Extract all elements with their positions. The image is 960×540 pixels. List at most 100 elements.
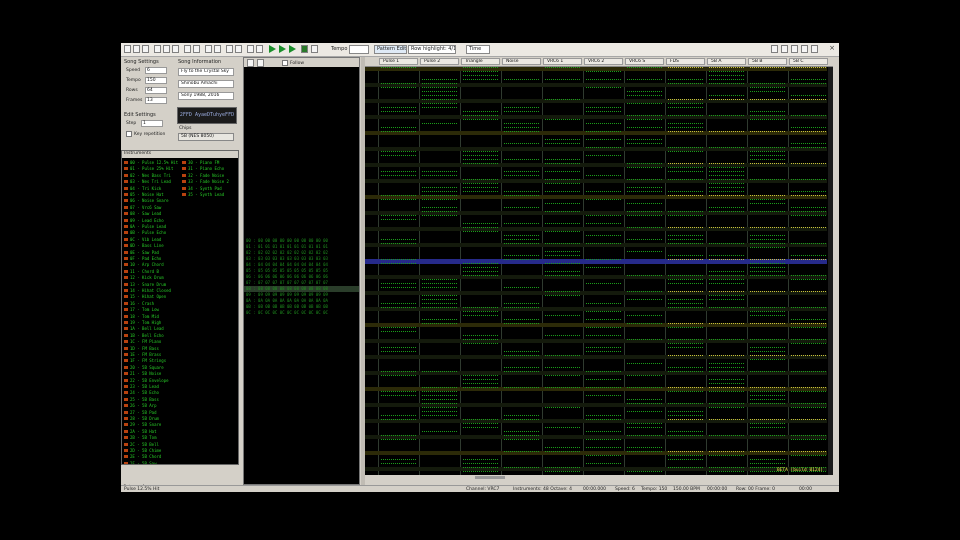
pattern-cell[interactable] xyxy=(586,259,621,263)
pattern-cell[interactable] xyxy=(381,243,416,247)
pattern-cell[interactable] xyxy=(668,419,703,423)
pattern-cell[interactable] xyxy=(750,247,785,251)
pattern-cell[interactable] xyxy=(422,123,457,127)
instrument-item[interactable]: 13 - Snare Drum xyxy=(124,282,166,288)
redo-icon[interactable] xyxy=(193,45,200,53)
instrument-item[interactable]: 0E - Saw Pad xyxy=(124,250,159,256)
instrument-item[interactable]: 2A - 5B Hat xyxy=(124,429,157,435)
pattern-cell[interactable] xyxy=(750,67,785,71)
pattern-cell[interactable] xyxy=(668,403,703,407)
pattern-cell[interactable] xyxy=(668,347,703,351)
pattern-cell[interactable] xyxy=(668,115,703,119)
pattern-cell[interactable] xyxy=(586,199,621,203)
copy-icon[interactable] xyxy=(163,45,170,53)
pattern-cell[interactable] xyxy=(381,375,416,379)
module-properties-icon[interactable] xyxy=(205,45,212,53)
pattern-cell[interactable] xyxy=(586,139,621,143)
pattern-cell[interactable] xyxy=(791,131,826,135)
pattern-cell[interactable] xyxy=(791,163,826,167)
pattern-cell[interactable] xyxy=(709,147,744,151)
pattern-cell[interactable] xyxy=(709,455,744,459)
instrument-item[interactable]: 0F - Pad Echo xyxy=(124,256,161,262)
instrument-list[interactable]: Instruments 00 - Pulse 12.5% Hit 01 - Pul… xyxy=(121,150,239,465)
prev-frame-icon[interactable] xyxy=(226,45,233,53)
pattern-cell[interactable] xyxy=(791,371,826,375)
pattern-cell[interactable] xyxy=(586,87,621,91)
pattern-cell[interactable] xyxy=(791,67,826,71)
instrument-item[interactable]: 03 - Nes Tri Lead xyxy=(124,179,171,185)
pattern-cell[interactable] xyxy=(791,391,826,395)
instrument-item[interactable]: 1A - Bell Lead xyxy=(124,326,164,332)
instrument-item[interactable]: 12 - Kick Drum xyxy=(124,275,164,281)
pattern-cell[interactable] xyxy=(545,427,580,431)
chip-select[interactable]: 5B (NES 8050) xyxy=(178,133,234,141)
instrument-item[interactable]: 06 - Noise Snare xyxy=(124,198,169,204)
pattern-cell[interactable] xyxy=(545,163,580,167)
pattern-cell[interactable] xyxy=(668,283,703,287)
pattern-cell[interactable] xyxy=(668,151,703,155)
instrument-item[interactable]: 33 - Fade Noise 2 xyxy=(182,179,229,185)
instrument-item[interactable]: 0C - Vib Lead xyxy=(124,237,161,243)
instrument-item[interactable]: 17 - Tom Low xyxy=(124,307,159,313)
pattern-cell[interactable] xyxy=(381,263,416,267)
pattern-cell[interactable] xyxy=(504,439,539,443)
pattern-cell[interactable] xyxy=(668,371,703,375)
pattern-cell[interactable] xyxy=(709,243,744,247)
pattern-cell[interactable] xyxy=(586,439,621,443)
instrument-item[interactable]: 15 - Hihat Open xyxy=(124,294,166,300)
pattern-cell[interactable] xyxy=(586,235,621,239)
pattern-cell[interactable] xyxy=(586,147,621,151)
instrument-item[interactable]: 0B - Pulse Echo xyxy=(124,230,166,236)
pattern-cell[interactable] xyxy=(750,203,785,207)
scroll-thumb[interactable] xyxy=(475,476,505,479)
pattern-cell[interactable] xyxy=(627,67,662,71)
pattern-cell[interactable] xyxy=(750,339,785,343)
pattern-cell[interactable] xyxy=(668,67,703,71)
instrument-item[interactable]: 30 - Piano FM xyxy=(182,160,219,166)
pattern-cell[interactable] xyxy=(709,99,744,103)
instrument-item[interactable]: 08 - Saw Lead xyxy=(124,211,161,217)
channel-header[interactable]: 5B B xyxy=(748,58,787,65)
pattern-cell[interactable] xyxy=(750,211,785,215)
pattern-cell[interactable] xyxy=(627,435,662,439)
pattern-cell[interactable] xyxy=(504,467,539,471)
pattern-cell[interactable] xyxy=(709,131,744,135)
song-name-field[interactable]: Fly to the Crystal Sky xyxy=(178,68,234,76)
channel-header[interactable]: Pulse 1 xyxy=(379,58,418,65)
order-row[interactable]: 0C : 0C 0C 0C 0C 0C 0C 0C 0C 0C 0C xyxy=(246,310,328,316)
instrument-item[interactable]: 25 - 5B Bass xyxy=(124,397,159,403)
instrument-item[interactable]: 0D - Bass Line xyxy=(124,243,164,249)
pattern-cell[interactable] xyxy=(791,147,826,151)
pattern-cell[interactable] xyxy=(791,227,826,231)
channel-header[interactable]: 5B C xyxy=(789,58,828,65)
instrument-item[interactable]: 28 - 5B Drum xyxy=(124,416,159,422)
pattern-cell[interactable] xyxy=(791,439,826,443)
open-file-icon[interactable] xyxy=(133,45,140,53)
pattern-cell[interactable] xyxy=(709,339,744,343)
pattern-cell[interactable] xyxy=(750,291,785,295)
channel-header[interactable]: Noise xyxy=(502,58,541,65)
pattern-cell[interactable] xyxy=(504,131,539,135)
pattern-cell[interactable] xyxy=(709,435,744,439)
record-icon[interactable] xyxy=(256,45,263,53)
channel-header[interactable]: VRC6 2 xyxy=(584,58,623,65)
tempo-field[interactable] xyxy=(349,45,369,54)
pattern-cell[interactable] xyxy=(381,219,416,223)
pattern-cell[interactable] xyxy=(791,259,826,263)
instrument-item[interactable]: 02 - Nes Bass Tri xyxy=(124,173,171,179)
instrument-item[interactable]: 19 - Tom High xyxy=(124,320,161,326)
pattern-cell[interactable] xyxy=(545,387,580,391)
pattern-cell[interactable] xyxy=(627,251,662,255)
pattern-cell[interactable] xyxy=(750,371,785,375)
pattern-cell[interactable] xyxy=(668,83,703,87)
remove-frame-icon[interactable] xyxy=(257,59,264,67)
pattern-cell[interactable] xyxy=(381,395,416,399)
maximize-icon[interactable] xyxy=(801,45,808,53)
pattern-cell[interactable] xyxy=(668,195,703,199)
about-icon[interactable] xyxy=(771,45,778,53)
pattern-cell[interactable] xyxy=(381,155,416,159)
pattern-cell[interactable] xyxy=(791,327,826,331)
pattern-cell[interactable] xyxy=(627,119,662,123)
instrument-item[interactable]: 0A - Pulse Lead xyxy=(124,224,166,230)
pattern-cell[interactable] xyxy=(627,103,662,107)
